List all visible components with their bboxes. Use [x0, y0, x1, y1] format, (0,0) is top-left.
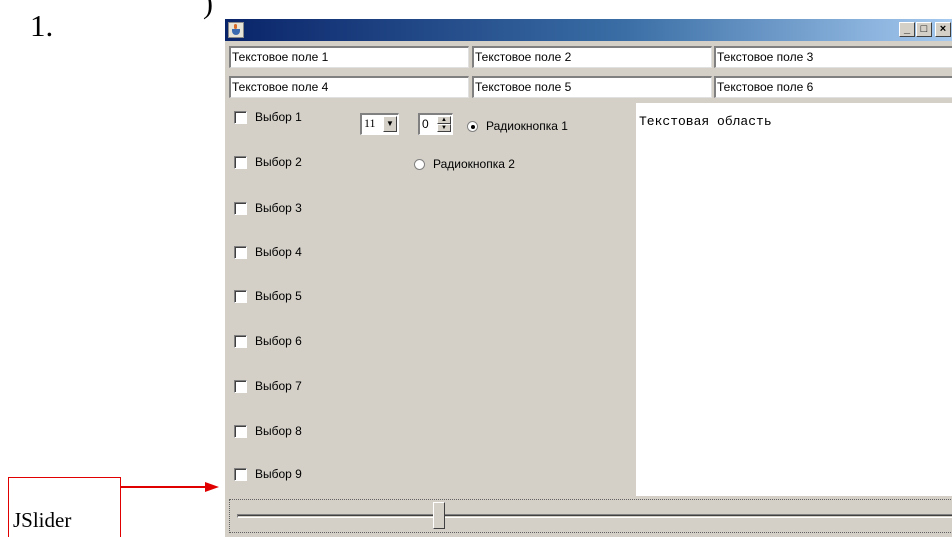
combobox-value: 11: [364, 116, 376, 130]
number-spinner[interactable]: 0 ▲ ▼: [418, 113, 453, 135]
callout-label: JSlider: [13, 508, 72, 532]
text-area[interactable]: Текстовая область: [636, 103, 952, 496]
text-field-2[interactable]: Текстовое поле 2: [472, 46, 712, 68]
radio-label: Радиокнопка 1: [486, 119, 568, 133]
jslider-callout: JSlider: [8, 477, 121, 537]
callout-arrow: [121, 482, 219, 492]
checkbox-box[interactable]: [234, 380, 247, 393]
text-area-content[interactable]: Текстовая область: [639, 114, 772, 129]
checkbox-label: Выбор 5: [255, 289, 302, 303]
slider-container: [225, 497, 952, 537]
chevron-down-icon[interactable]: ▼: [383, 116, 397, 132]
checkbox-box[interactable]: [234, 111, 247, 124]
checkbox-label: Выбор 6: [255, 334, 302, 348]
minimize-button[interactable]: _: [899, 22, 915, 37]
checkbox-label: Выбор 4: [255, 245, 302, 259]
checkbox-label: Выбор 1: [255, 110, 302, 124]
slider-thumb[interactable]: [432, 502, 445, 529]
radio-circle[interactable]: [467, 121, 478, 132]
checkbox-label: Выбор 2: [255, 155, 302, 169]
text-field-5[interactable]: Текстовое поле 5: [472, 76, 712, 98]
spinner-value[interactable]: 0: [422, 117, 429, 131]
java-window: _ □ × Текстовое поле 1 Текстовое поле 2 …: [225, 19, 952, 537]
spinner-down-arrow-icon[interactable]: ▼: [437, 124, 451, 132]
checkbox-box[interactable]: [234, 202, 247, 215]
text-field-1[interactable]: Текстовое поле 1: [229, 46, 469, 68]
slider-track[interactable]: [237, 514, 952, 518]
radio-label: Радиокнопка 2: [433, 157, 515, 171]
text-field-6[interactable]: Текстовое поле 6: [714, 76, 952, 98]
page-paren: ): [203, 0, 213, 20]
page-number: 1.: [30, 8, 54, 43]
checkbox-label: Выбор 8: [255, 424, 302, 438]
checkbox-label: Выбор 3: [255, 201, 302, 215]
close-button[interactable]: ×: [935, 22, 951, 37]
checkbox-box[interactable]: [234, 246, 247, 259]
checkbox-box[interactable]: [234, 468, 247, 481]
radio-selected-dot: [471, 125, 475, 129]
window-titlebar[interactable]: _ □ ×: [225, 19, 952, 41]
radio-circle[interactable]: [414, 159, 425, 170]
maximize-button[interactable]: □: [916, 22, 932, 37]
text-field-4[interactable]: Текстовое поле 4: [229, 76, 469, 98]
number-combobox[interactable]: 11 ▼: [360, 113, 399, 135]
checkbox-box[interactable]: [234, 425, 247, 438]
java-cup-icon[interactable]: [228, 22, 244, 38]
checkbox-label: Выбор 7: [255, 379, 302, 393]
text-field-3[interactable]: Текстовое поле 3: [714, 46, 952, 68]
checkbox-label: Выбор 9: [255, 467, 302, 481]
checkbox-box[interactable]: [234, 335, 247, 348]
spinner-up-arrow-icon[interactable]: ▲: [437, 116, 451, 124]
checkbox-box[interactable]: [234, 290, 247, 303]
checkbox-box[interactable]: [234, 156, 247, 169]
